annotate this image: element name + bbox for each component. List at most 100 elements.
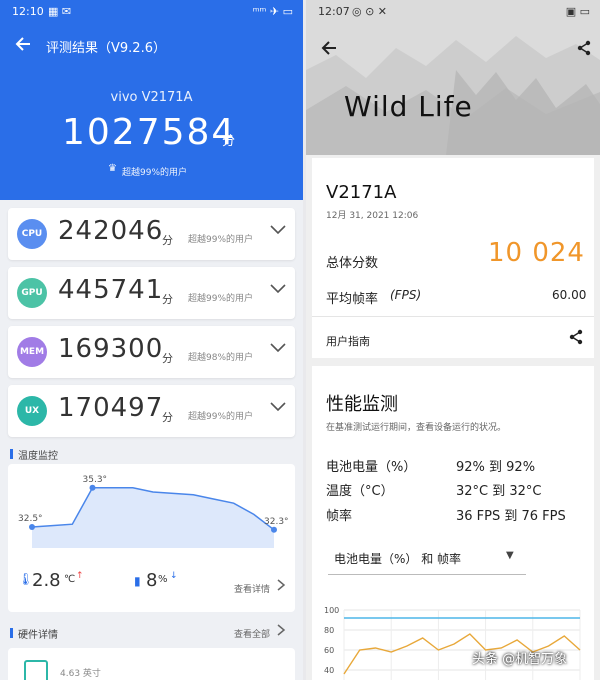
battery-unit: % [158, 574, 168, 585]
view-details-link[interactable]: 查看详情 [234, 582, 270, 595]
avg-fps-unit: (FPS) [390, 288, 422, 302]
status-time: 12:07 [318, 5, 350, 18]
chevron-down-icon[interactable] [269, 342, 287, 354]
screen-icon [24, 660, 48, 680]
device-model: V2171A [326, 182, 397, 203]
temp-unit: ℃ [64, 574, 76, 585]
screen-size: 4.63 英寸 [60, 669, 101, 679]
perf-monitor-card: 性能监测 在基准测试运行期间，查看设备运行的状况。 电池电量（%） 92% 到 … [312, 366, 594, 680]
overall-score: 10 024 [488, 238, 585, 268]
gpu-score-card[interactable]: GPU 445741 分 超越99%的用户 [8, 267, 295, 319]
device-name: vivo V2171A [110, 90, 193, 105]
gpu-score: 445741 [58, 275, 164, 305]
perf-chart: 100 80 60 40 [324, 606, 581, 680]
y-tick-label: 100 [324, 606, 339, 615]
metric-dropdown[interactable]: 电池电量（%） 和 帧率 ▼ [328, 538, 526, 575]
battery-down-arrow: ↓ [170, 571, 178, 581]
status-right-icons: ▣ ▭ [565, 5, 590, 18]
banner: 12:07 ◎ ⊙ ✕ ▣ ▭ Wild Life [306, 0, 600, 155]
banner-image [306, 0, 600, 155]
chevron-down-icon[interactable] [269, 224, 287, 236]
page-title: 评测结果（V9.2.6） [46, 41, 166, 56]
test-date: 12月 31, 2021 12:06 [326, 211, 419, 221]
ux-score-unit: 分 [162, 411, 173, 424]
status-icons: ◎ ⊙ ✕ [352, 5, 388, 18]
ux-badge: UX [17, 396, 47, 426]
total-score-unit: 分 [222, 134, 236, 149]
share-icon[interactable] [576, 40, 592, 56]
avg-fps-value: 60.00 [552, 288, 587, 302]
chevron-down-icon[interactable] [269, 401, 287, 413]
y-tick-label: 60 [324, 646, 334, 655]
ux-score-card[interactable]: UX 170497 分 超越99%的用户 [8, 385, 295, 437]
perf-title: 性能监测 [326, 394, 398, 415]
battery-label: 电池电量（%） [326, 460, 417, 475]
status-icons: ▦ ✉ [48, 5, 72, 18]
temp-point [89, 484, 96, 491]
benchmark-title: Wild Life [344, 90, 473, 123]
crown-icon: ♛ [108, 163, 117, 174]
fps-range-value: 36 FPS 到 76 FPS [456, 509, 566, 524]
user-guide-link[interactable]: 用户指南 [326, 333, 370, 349]
cpu-score-card[interactable]: CPU 242046 分 超越99%的用户 [8, 208, 295, 260]
cpu-score-unit: 分 [162, 234, 173, 247]
temp-section-title: 温度监控 [18, 451, 58, 462]
3dmark-result-panel: 12:07 ◎ ⊙ ✕ ▣ ▭ Wild Life V2171A 12月 31,… [306, 0, 600, 680]
mem-rank: 超越98%的用户 [188, 353, 254, 363]
temp-point [271, 526, 277, 533]
share-icon[interactable] [568, 329, 584, 345]
mem-score-card[interactable]: MEM 169300 分 超越98%的用户 [8, 326, 295, 378]
temperature-label: 温度（°C） [326, 484, 394, 499]
hardware-section-title: 硬件详情 [18, 630, 58, 641]
back-arrow-icon[interactable] [14, 36, 32, 52]
temp-chart-card: 32.5° 35.3° 32.3° 🌡 2.8 ℃ ↑ ▮ 8 % ↓ 查看详情 [8, 464, 295, 612]
temp-point-label: 32.3° [264, 517, 289, 527]
gpu-rank: 超越99%的用户 [188, 294, 254, 304]
battery-icon: ▮ [134, 574, 141, 588]
dropdown-arrow-icon[interactable]: ▼ [506, 550, 514, 561]
status-time: 12:10 [12, 5, 44, 18]
total-score: 1027584 [62, 112, 237, 153]
mem-badge: MEM [17, 337, 47, 367]
score-card: V2171A 12月 31, 2021 12:06 总体分数 10 024 平均… [312, 158, 594, 358]
cpu-badge: CPU [17, 219, 47, 249]
gpu-score-unit: 分 [162, 293, 173, 306]
gpu-badge: GPU [17, 278, 47, 308]
chevron-right-icon[interactable] [276, 578, 286, 592]
temperature-value: 32°C 到 32°C [456, 484, 542, 499]
temp-point [29, 524, 35, 530]
ux-rank: 超越99%的用户 [188, 412, 254, 422]
chevron-right-icon[interactable] [276, 623, 286, 637]
mem-score: 169300 [58, 334, 164, 364]
view-all-link[interactable]: 查看全部 [234, 627, 270, 640]
metric-dropdown-value: 电池电量（%） 和 帧率 [334, 552, 462, 566]
temp-delta: 2.8 [32, 570, 61, 591]
mem-score-unit: 分 [162, 352, 173, 365]
back-arrow-icon[interactable] [320, 40, 338, 56]
thermometer-icon: 🌡 [18, 572, 34, 586]
battery-value: 92% 到 92% [456, 460, 536, 475]
divider [312, 316, 594, 317]
hardware-card[interactable]: 4.63 英寸 [8, 648, 295, 680]
section-marker [10, 449, 13, 459]
result-header: 12:10 ▦ ✉ ᵐᵐ ✈ ▭ 评测结果（V9.2.6） vivo V2171… [0, 0, 303, 200]
temp-point-label: 35.3° [83, 475, 108, 485]
chevron-down-icon[interactable] [269, 283, 287, 295]
cpu-score: 242046 [58, 216, 164, 246]
temp-point-label: 32.5° [18, 514, 43, 524]
y-tick-label: 80 [324, 626, 334, 635]
overall-score-label: 总体分数 [326, 256, 379, 271]
avg-fps-label: 平均帧率 [326, 292, 379, 307]
perf-description: 在基准测试运行期间，查看设备运行的状况。 [326, 423, 507, 433]
watermark: 头条 @机智万象 [472, 652, 568, 667]
battery-delta: 8 [146, 570, 158, 591]
status-right-icons: ᵐᵐ ✈ ▭ [252, 5, 293, 18]
temp-area-fill [32, 487, 274, 548]
ux-score: 170497 [58, 393, 164, 423]
fps-label: 帧率 [326, 509, 353, 524]
temp-chart: 32.5° 35.3° 32.3° [18, 475, 289, 548]
rank-text: 超越99%的用户 [122, 168, 188, 178]
y-tick-label: 40 [324, 666, 334, 675]
cpu-rank: 超越99%的用户 [188, 235, 254, 245]
antutu-result-panel: 12:10 ▦ ✉ ᵐᵐ ✈ ▭ 评测结果（V9.2.6） vivo V2171… [0, 0, 303, 680]
